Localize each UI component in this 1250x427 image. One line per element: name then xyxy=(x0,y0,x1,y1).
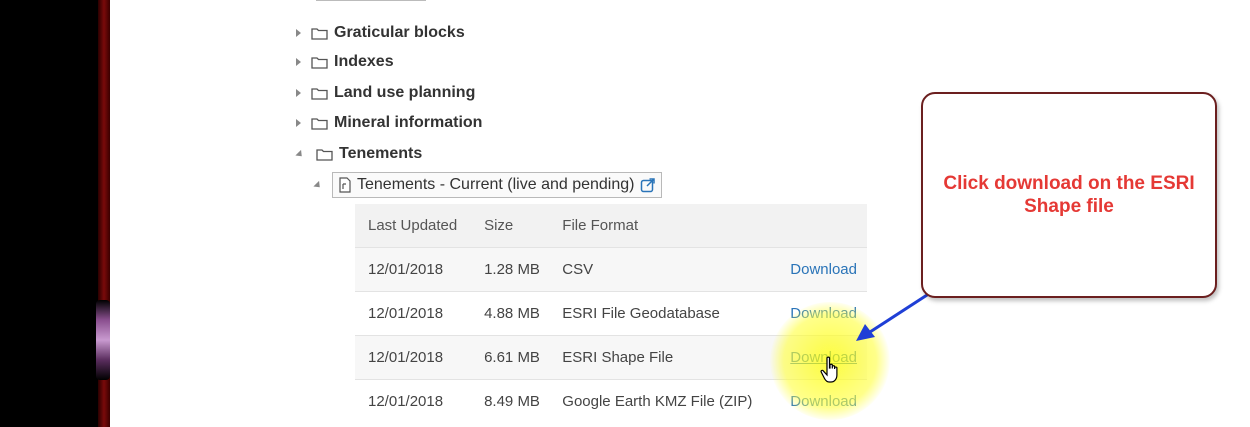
cut-off-tree-item xyxy=(316,0,436,6)
purple-glow-decor xyxy=(96,300,110,380)
caret-right-icon[interactable] xyxy=(296,119,301,127)
download-kmz-link[interactable]: Download xyxy=(790,393,857,410)
cell-updated: 12/01/2018 xyxy=(355,291,472,336)
tree-item-label: Tenements xyxy=(339,145,423,162)
caret-right-icon[interactable] xyxy=(296,89,301,97)
dataset-link[interactable]: Tenements - Current (live and pending) xyxy=(332,172,663,198)
cell-size: 6.61 MB xyxy=(471,335,550,380)
tree-item-label: Land use planning xyxy=(334,84,476,101)
video-left-strip xyxy=(0,0,110,427)
table-row: 12/01/2018 4.88 MB ESRI File Geodatabase… xyxy=(355,291,867,336)
col-size: Size xyxy=(471,204,550,248)
tree-item-land-use-planning[interactable]: Land use planning xyxy=(296,82,475,104)
tree-item-graticular-blocks[interactable]: Graticular blocks xyxy=(296,22,465,44)
table-row: 12/01/2018 6.61 MB ESRI Shape File Downl… xyxy=(355,335,867,380)
cell-format: CSV xyxy=(549,247,780,292)
dataset-label: Tenements - Current (live and pending) xyxy=(357,176,635,193)
dataset-row[interactable]: Tenements - Current (live and pending) xyxy=(313,172,663,198)
caret-right-icon[interactable] xyxy=(296,58,301,66)
caret-right-icon[interactable] xyxy=(296,29,301,37)
document-icon xyxy=(338,177,352,193)
tree-item-label: Mineral information xyxy=(334,114,483,131)
callout-text: Click download on the ESRI Shape file xyxy=(943,173,1195,217)
col-file-format: File Format xyxy=(549,204,780,248)
cell-format: ESRI File Geodatabase xyxy=(549,291,780,336)
folder-icon xyxy=(311,117,328,130)
cell-format: ESRI Shape File xyxy=(549,335,780,380)
folder-icon xyxy=(311,87,328,100)
col-last-updated: Last Updated xyxy=(355,204,472,248)
tree-item-mineral-information[interactable]: Mineral information xyxy=(296,112,482,134)
cell-updated: 12/01/2018 xyxy=(355,247,472,292)
folder-icon xyxy=(316,148,333,161)
cell-size: 4.88 MB xyxy=(471,291,550,336)
cell-updated: 12/01/2018 xyxy=(355,335,472,380)
table-row: 12/01/2018 1.28 MB CSV Download xyxy=(355,247,867,292)
cell-size: 8.49 MB xyxy=(471,379,550,423)
hand-cursor-icon xyxy=(820,356,838,383)
cell-format: Google Earth KMZ File (ZIP) xyxy=(549,379,780,423)
external-link-icon[interactable] xyxy=(640,177,656,193)
tree-item-indexes[interactable]: Indexes xyxy=(296,51,394,73)
table-header-row: Last Updated Size File Format xyxy=(355,204,867,248)
folder-icon xyxy=(311,56,328,69)
cell-size: 1.28 MB xyxy=(471,247,550,292)
callout-box: Click download on the ESRI Shape file xyxy=(921,92,1217,298)
download-geodatabase-link[interactable]: Download xyxy=(790,305,857,322)
tree-item-label: Graticular blocks xyxy=(334,24,465,41)
caret-down-icon[interactable] xyxy=(313,180,323,190)
cell-updated: 12/01/2018 xyxy=(355,379,472,423)
table-row: 12/01/2018 8.49 MB Google Earth KMZ File… xyxy=(355,379,867,423)
download-csv-link[interactable]: Download xyxy=(790,261,857,278)
col-action xyxy=(779,204,867,248)
tree-item-tenements[interactable]: Tenements xyxy=(295,143,423,165)
file-table: Last Updated Size File Format 12/01/2018… xyxy=(355,204,867,423)
caret-down-icon[interactable] xyxy=(295,149,305,159)
folder-icon xyxy=(311,27,328,40)
tree-item-label: Indexes xyxy=(334,53,394,70)
